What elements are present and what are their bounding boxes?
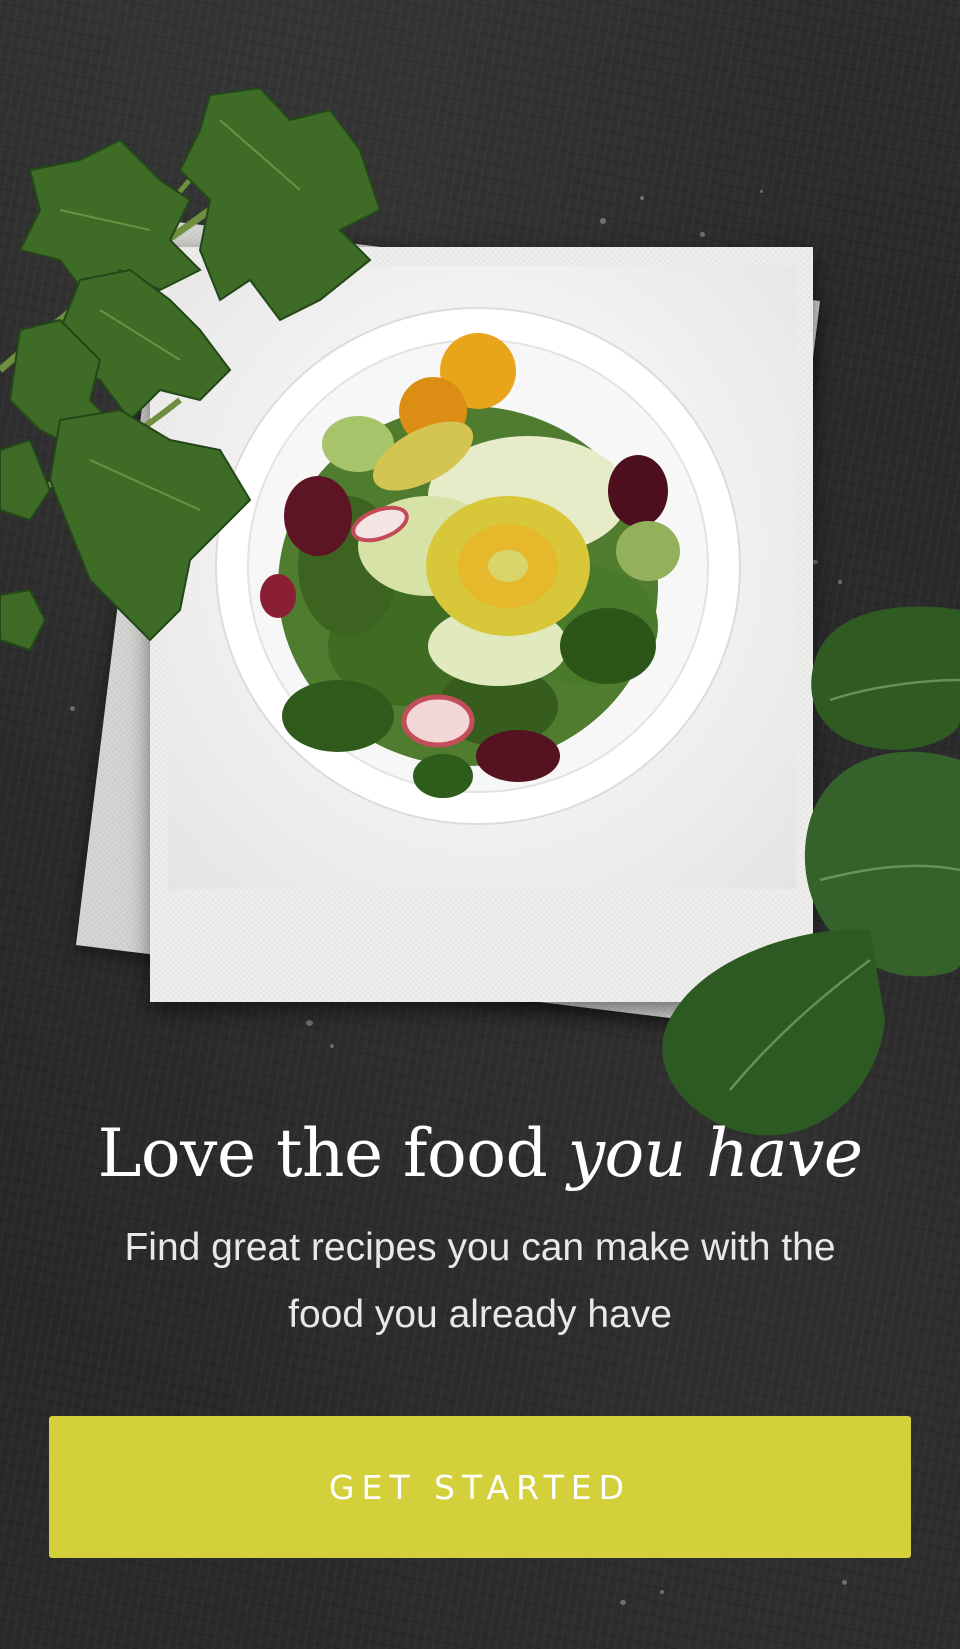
salad-illustration (215, 307, 741, 825)
subtitle: Find great recipes you can make with the… (124, 1226, 836, 1336)
headline-italic: you have (567, 1115, 863, 1192)
headline-regular: Love the food (97, 1115, 568, 1192)
headline: Love the food you have (0, 1112, 960, 1196)
salad-plate-photo (168, 266, 796, 889)
get-started-label: GET STARTED (328, 1467, 632, 1507)
get-started-button[interactable]: GET STARTED (49, 1416, 911, 1558)
